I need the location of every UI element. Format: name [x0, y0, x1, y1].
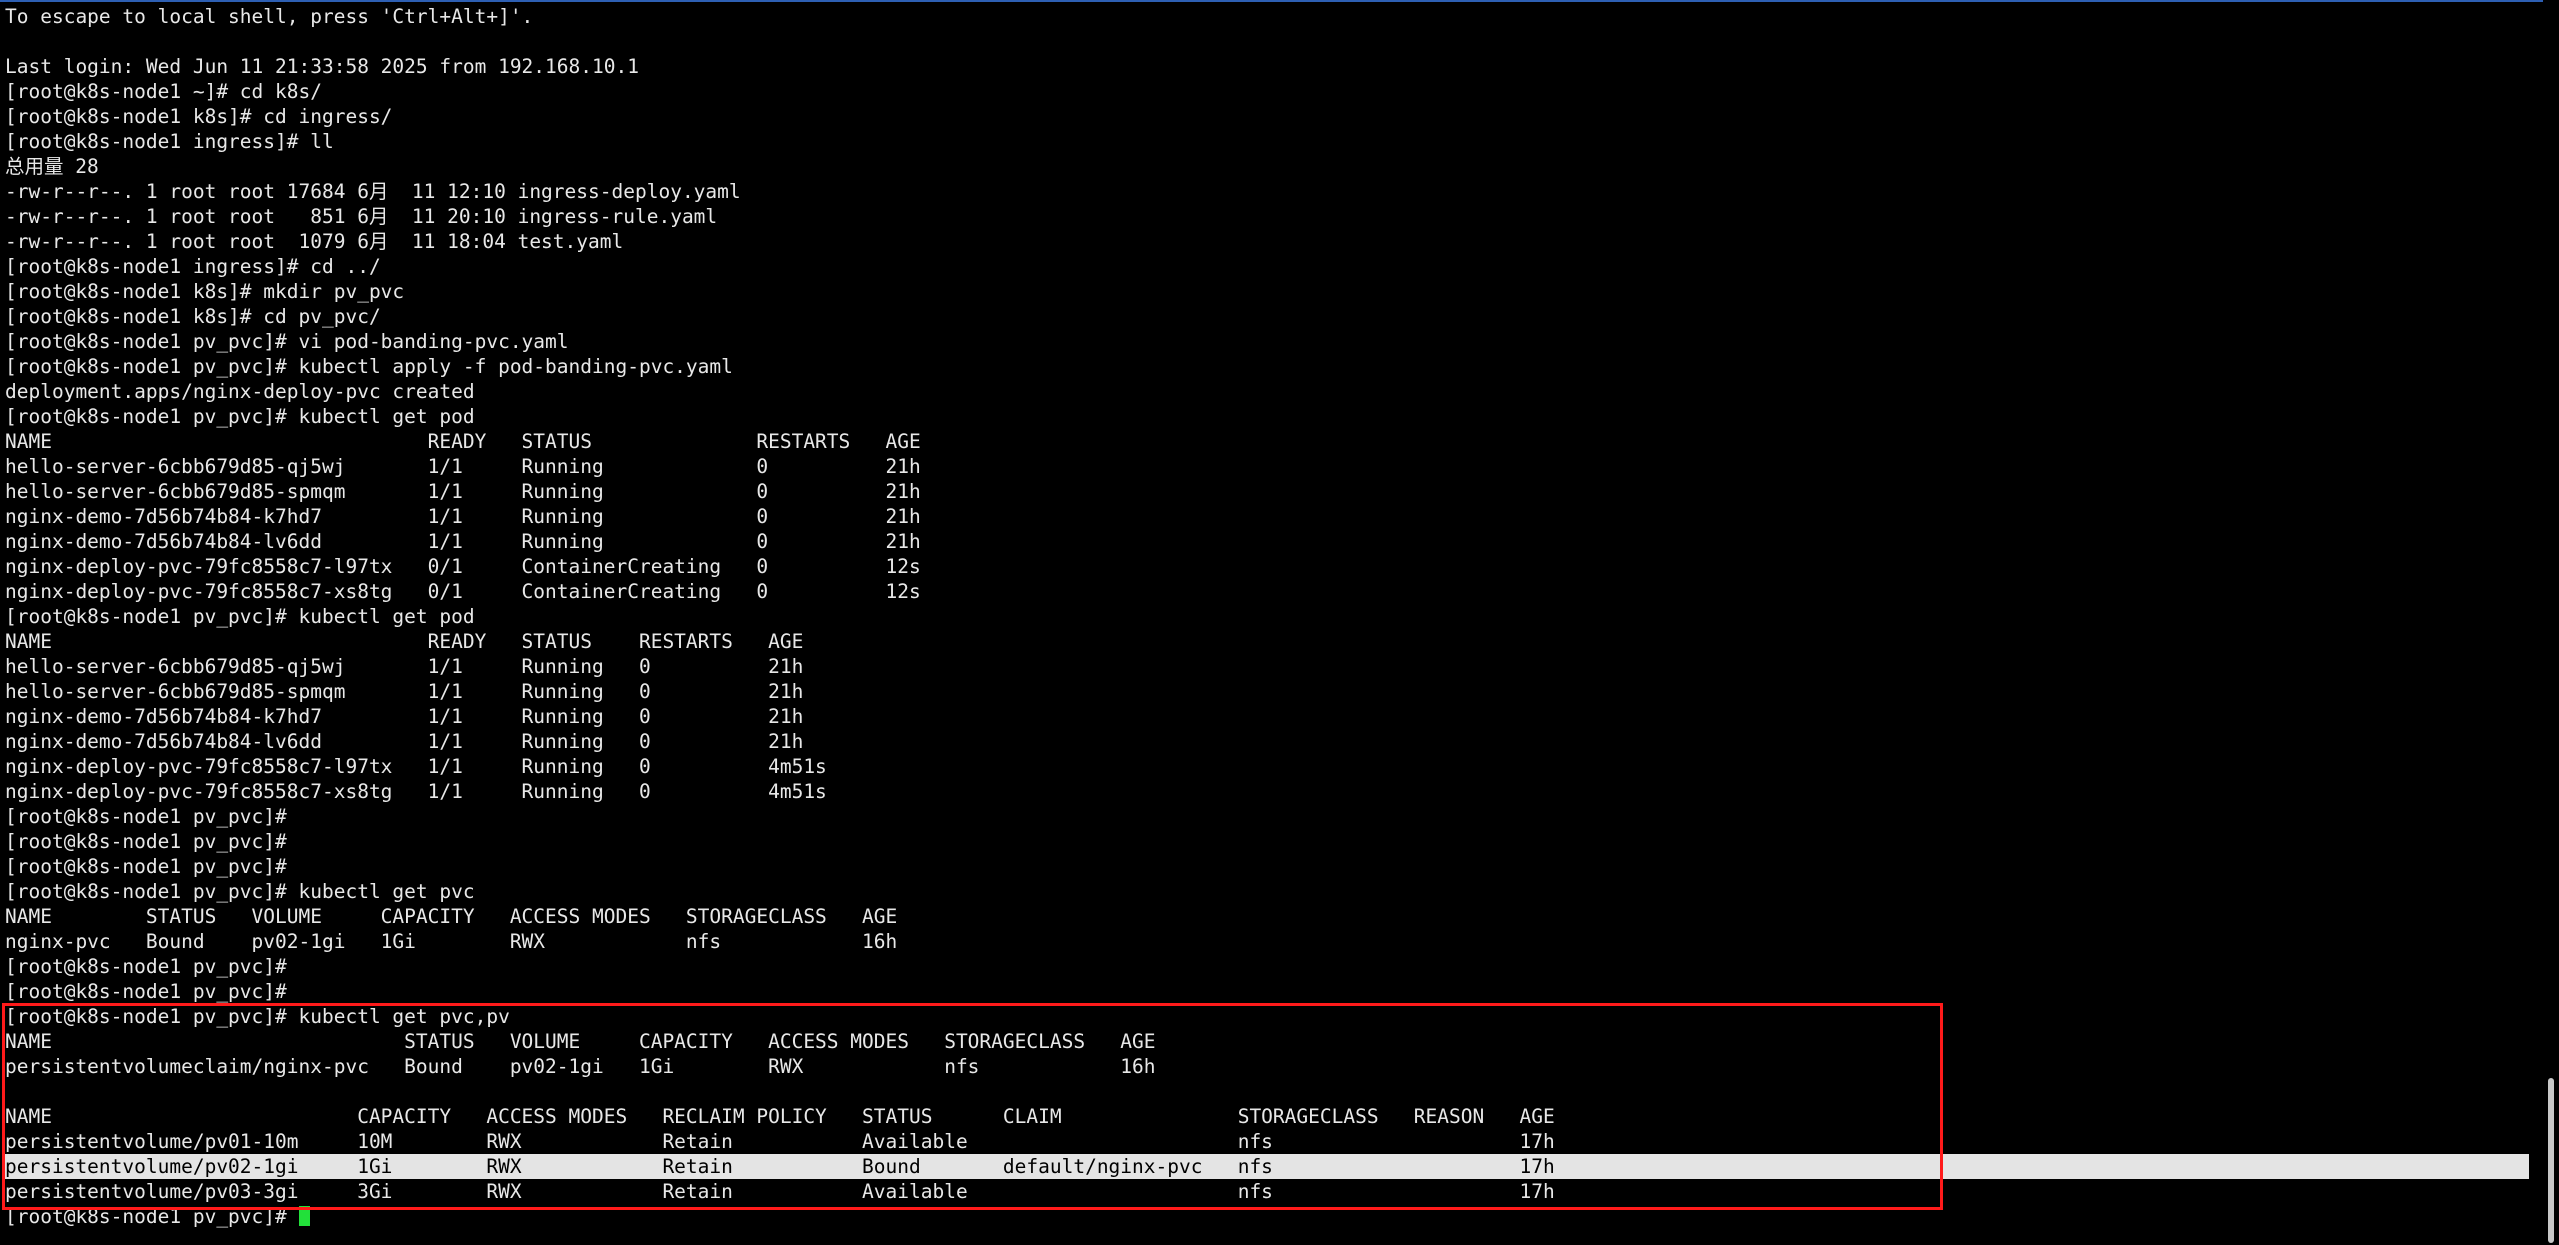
terminal-line: NAME READY STATUS RESTARTS AGE	[5, 630, 804, 653]
terminal-line: hello-server-6cbb679d85-spmqm 1/1 Runnin…	[5, 480, 921, 503]
vertical-scrollbar[interactable]	[2543, 0, 2559, 1245]
text-cursor	[298, 1206, 310, 1226]
terminal-line: hello-server-6cbb679d85-spmqm 1/1 Runnin…	[5, 680, 804, 703]
terminal-line: deployment.apps/nginx-deploy-pvc created	[5, 380, 475, 403]
terminal-line: [root@k8s-node1 pv_pvc]# kubectl get pvc	[5, 880, 475, 903]
terminal-line: nginx-pvc Bound pv02-1gi 1Gi RWX nfs 16h	[5, 930, 898, 953]
terminal-line: nginx-demo-7d56b74b84-k7hd7 1/1 Running …	[5, 505, 921, 528]
terminal-line: [root@k8s-node1 pv_pvc]# vi pod-banding-…	[5, 330, 569, 353]
terminal-line: [root@k8s-node1 k8s]# cd pv_pvc/	[5, 305, 381, 328]
terminal-prompt-line[interactable]: [root@k8s-node1 pv_pvc]#	[5, 1204, 2525, 1229]
terminal-line: persistentvolume/pv01-10m 10M RWX Retain…	[5, 1130, 1555, 1153]
terminal-line: nginx-deploy-pvc-79fc8558c7-xs8tg 1/1 Ru…	[5, 780, 827, 803]
terminal-line: NAME READY STATUS RESTARTS AGE	[5, 430, 921, 453]
terminal-line: To escape to local shell, press 'Ctrl+Al…	[5, 5, 534, 28]
terminal-output[interactable]: To escape to local shell, press 'Ctrl+Al…	[5, 4, 2529, 1229]
terminal-line: [root@k8s-node1 pv_pvc]# kubectl apply -…	[5, 355, 733, 378]
terminal-line: hello-server-6cbb679d85-qj5wj 1/1 Runnin…	[5, 655, 804, 678]
terminal-line: nginx-demo-7d56b74b84-lv6dd 1/1 Running …	[5, 530, 921, 553]
terminal-line: hello-server-6cbb679d85-qj5wj 1/1 Runnin…	[5, 455, 921, 478]
terminal-line: [root@k8s-node1 ingress]# ll	[5, 130, 334, 153]
terminal-line-highlighted: persistentvolume/pv02-1gi 1Gi RWX Retain…	[5, 1154, 2529, 1179]
terminal-line: persistentvolumeclaim/nginx-pvc Bound pv…	[5, 1055, 1156, 1078]
terminal-line: [root@k8s-node1 pv_pvc]#	[5, 855, 287, 878]
terminal-line: [root@k8s-node1 k8s]# mkdir pv_pvc	[5, 280, 405, 303]
terminal-line: [root@k8s-node1 pv_pvc]# kubectl get pvc…	[5, 1005, 510, 1028]
terminal-line: [root@k8s-node1 k8s]# cd ingress/	[5, 105, 393, 128]
terminal-prompt: [root@k8s-node1 pv_pvc]#	[5, 1205, 299, 1228]
terminal-line: nginx-demo-7d56b74b84-k7hd7 1/1 Running …	[5, 705, 804, 728]
terminal-line: [root@k8s-node1 ~]# cd k8s/	[5, 80, 322, 103]
terminal-line: [root@k8s-node1 pv_pvc]# kubectl get pod	[5, 605, 475, 628]
terminal-line: NAME CAPACITY ACCESS MODES RECLAIM POLIC…	[5, 1105, 1555, 1128]
terminal-line: nginx-deploy-pvc-79fc8558c7-l97tx 1/1 Ru…	[5, 755, 827, 778]
terminal-line: [root@k8s-node1 pv_pvc]#	[5, 980, 287, 1003]
terminal-line: [root@k8s-node1 pv_pvc]#	[5, 830, 287, 853]
terminal-line: nginx-deploy-pvc-79fc8558c7-xs8tg 0/1 Co…	[5, 580, 921, 603]
terminal-line: nginx-demo-7d56b74b84-lv6dd 1/1 Running …	[5, 730, 804, 753]
terminal-line: persistentvolume/pv03-3gi 3Gi RWX Retain…	[5, 1180, 1555, 1203]
terminal-line: -rw-r--r--. 1 root root 17684 6月 11 12:1…	[5, 180, 741, 203]
terminal-window[interactable]: To escape to local shell, press 'Ctrl+Al…	[0, 0, 2559, 1245]
terminal-line: [root@k8s-node1 pv_pvc]# kubectl get pod	[5, 405, 475, 428]
window-top-border	[0, 0, 2559, 2]
terminal-line: [root@k8s-node1 pv_pvc]#	[5, 805, 287, 828]
terminal-line: NAME STATUS VOLUME CAPACITY ACCESS MODES…	[5, 905, 898, 928]
terminal-line: -rw-r--r--. 1 root root 851 6月 11 20:10 …	[5, 205, 718, 228]
terminal-line: Last login: Wed Jun 11 21:33:58 2025 fro…	[5, 55, 639, 78]
terminal-line: 总用量 28	[5, 155, 99, 178]
terminal-line: nginx-deploy-pvc-79fc8558c7-l97tx 0/1 Co…	[5, 555, 921, 578]
scrollbar-thumb[interactable]	[2548, 1078, 2554, 1243]
terminal-line: [root@k8s-node1 pv_pvc]#	[5, 955, 287, 978]
terminal-line: NAME STATUS VOLUME CAPACITY ACCESS MODES…	[5, 1030, 1156, 1053]
terminal-line: -rw-r--r--. 1 root root 1079 6月 11 18:04…	[5, 230, 624, 253]
terminal-line: [root@k8s-node1 ingress]# cd ../	[5, 255, 381, 278]
